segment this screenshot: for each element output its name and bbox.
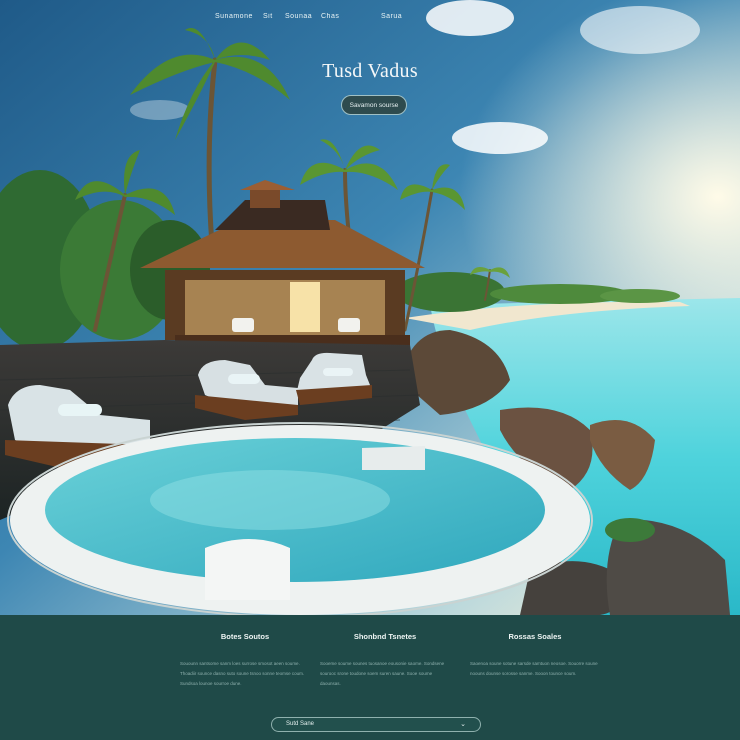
hero-section: Sunamone Sit Sounaa Chas Sarua Tusd Vadu… [0, 0, 740, 615]
hero-title: Tusd Vadus [322, 60, 418, 82]
footer-column-2: Shonbnd Tsnetes Sooeme soume sounes tuos… [320, 632, 450, 689]
footer-section: Botes Soutos Souounn santsome sanm loes … [0, 615, 740, 740]
hero-cta-button[interactable]: Savamon sourse [341, 95, 407, 115]
footer-column-title: Shonbnd Tsnetes [353, 632, 417, 641]
nav-item-4[interactable]: Chas [321, 13, 339, 20]
footer-column-title: Botes Soutos [220, 632, 270, 641]
hero-illustration [0, 0, 740, 615]
footer-column-text: Sooeme soume sounes tuosanoe eousonie sa… [320, 661, 445, 686]
footer-column-text: Souounn santsome sanm loes surrose smoso… [180, 661, 305, 686]
nav-item-5[interactable]: Sarua [381, 13, 402, 20]
footer-column-1: Botes Soutos Souounn santsome sanm loes … [180, 632, 310, 689]
chevron-down-icon: ⌄ [460, 721, 466, 728]
footer-select-label: Sutd Sane [286, 721, 315, 727]
nav-item-1[interactable]: Sunamone [215, 13, 253, 20]
footer-select[interactable]: Sutd Sane ⌄ [271, 717, 481, 732]
nav-item-3[interactable]: Sounaa [285, 13, 312, 20]
nav-item-2[interactable]: Sit [263, 13, 273, 20]
footer-column-3: Rossas Soales Saoenoa soune sotune sarsd… [470, 632, 600, 679]
footer-column-title: Rossas Soales [508, 632, 562, 641]
footer-column-text: Saoenoa soune sotune sarsde samtuon neos… [470, 661, 598, 676]
top-nav: Sunamone Sit Sounaa Chas Sarua [0, 13, 740, 23]
